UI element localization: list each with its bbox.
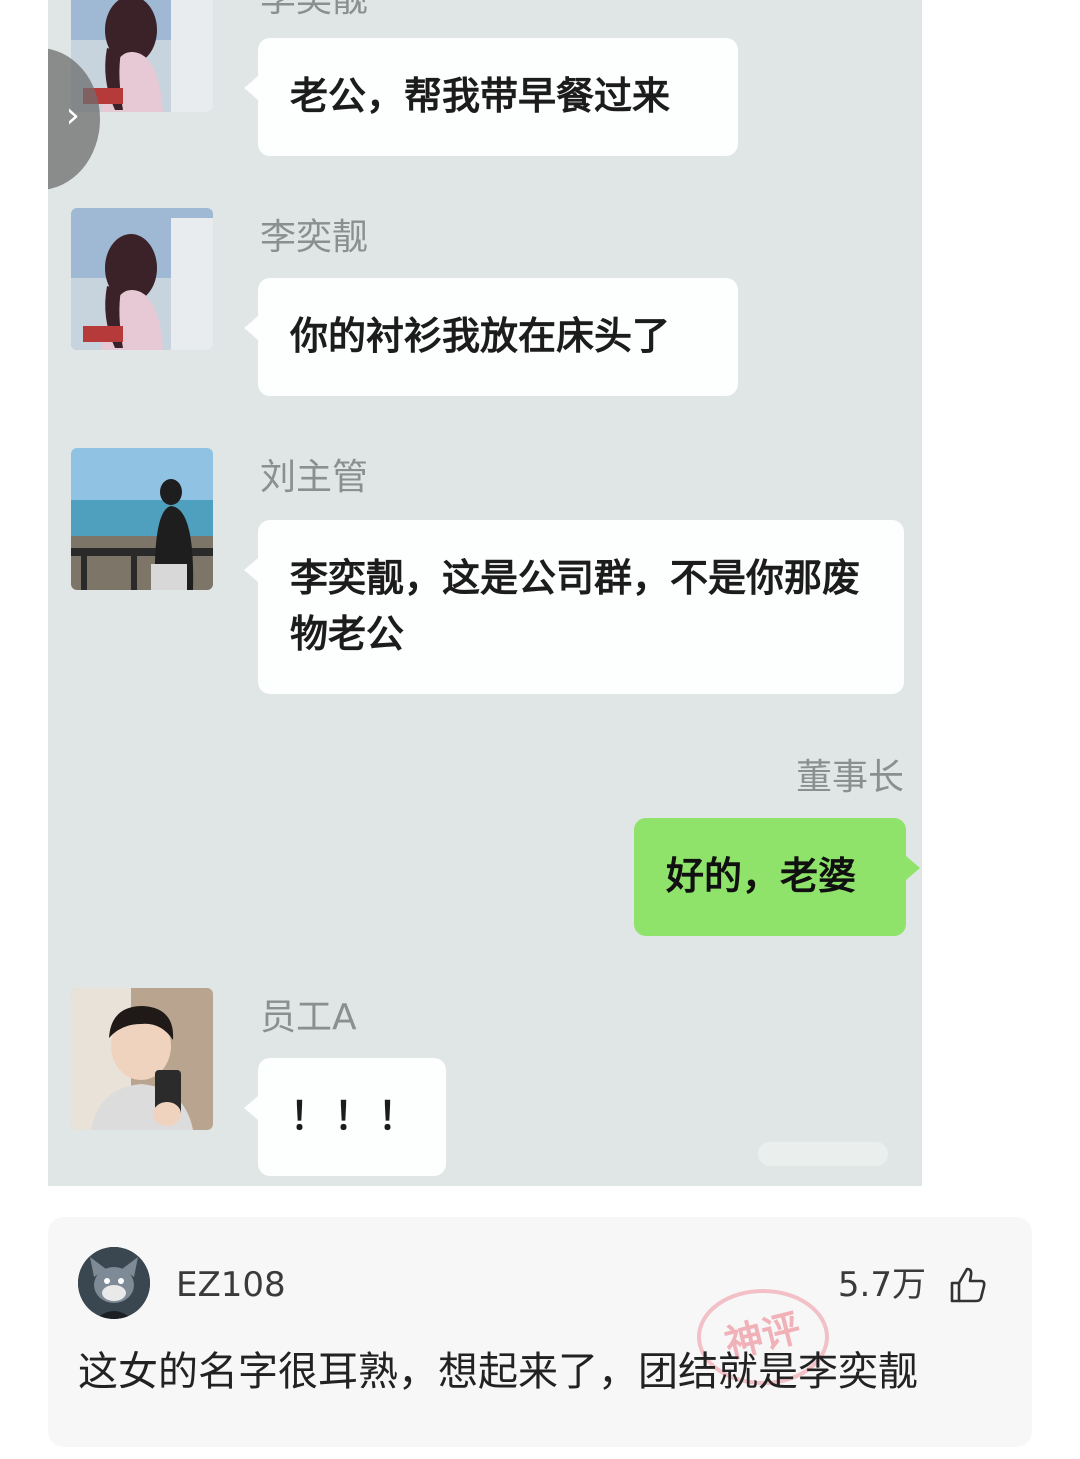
comment-text: 这女的名字很耳熟，想起来了，团结就是李奕靓 — [78, 1349, 918, 1395]
avatar-liu-supervisor[interactable] — [71, 448, 213, 590]
message-bubble[interactable]: 李奕靓，这是公司群，不是你那废物老公 — [244, 520, 904, 694]
message-sender: 刘主管 — [260, 457, 369, 498]
user-avatar[interactable] — [78, 1247, 150, 1319]
message-bubble[interactable]: ！！！ — [244, 1058, 446, 1176]
thumbs-up-icon[interactable] — [948, 1265, 988, 1305]
message-bubble[interactable]: 你的衬衫我放在床头了 — [244, 278, 738, 396]
like-count: 5.7万 — [837, 1265, 926, 1305]
comment-username[interactable]: EZ108 — [176, 1263, 286, 1307]
chat-screenshot: 李奕靓 老公，帮我带早餐过来 › 李奕靓 你的衬衫我放在床头了 — [48, 0, 922, 1186]
message-sender: 员工A — [260, 997, 357, 1038]
watermark — [758, 1142, 888, 1166]
message-bubble[interactable]: 老公，帮我带早餐过来 — [244, 38, 738, 156]
message-sender: 李奕靓 — [260, 0, 368, 22]
avatar-liyiliang[interactable] — [71, 208, 213, 350]
message-sender: 董事长 — [795, 757, 904, 798]
comment-card: EZ108 神评 5.7万 这女的名字很耳熟，想起来了，团结就是李奕靓 — [48, 1217, 1032, 1447]
avatar-employee-a[interactable] — [71, 988, 213, 1130]
message-bubble-own[interactable]: 好的，老婆 — [634, 818, 920, 936]
message-sender: 李奕靓 — [260, 217, 369, 258]
chevron-right-icon: › — [65, 95, 80, 136]
